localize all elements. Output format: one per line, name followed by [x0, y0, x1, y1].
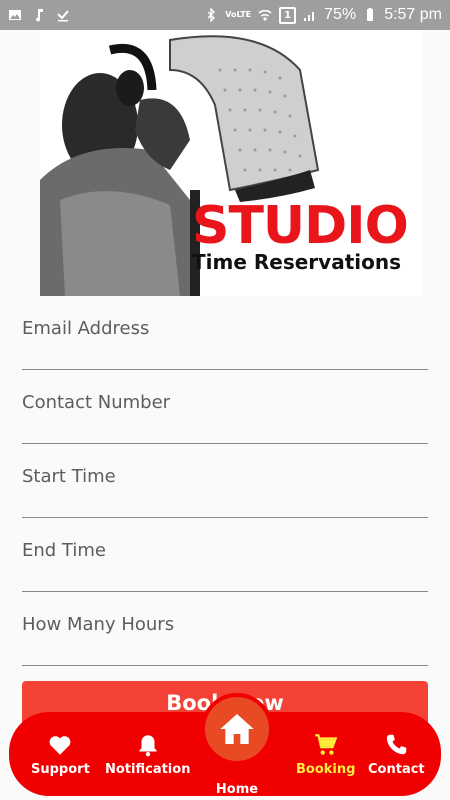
heart-icon — [49, 736, 71, 755]
contact-number-field[interactable] — [22, 370, 428, 444]
nav-home-button[interactable] — [201, 693, 273, 765]
bluetooth-icon — [207, 8, 216, 22]
end-time-field[interactable] — [22, 518, 428, 592]
download-done-icon — [57, 10, 69, 22]
cart-icon — [314, 734, 338, 755]
nav-contact-label: Contact — [368, 762, 425, 777]
email-field[interactable] — [22, 296, 428, 370]
nav-support[interactable]: Support — [31, 732, 90, 777]
nav-notification[interactable]: Notification — [105, 732, 190, 777]
bell-icon — [139, 735, 157, 757]
email-input[interactable] — [22, 318, 428, 339]
sim-indicator: 1 — [279, 6, 297, 24]
music-note-icon — [36, 9, 43, 22]
start-time-field[interactable] — [22, 444, 428, 518]
nav-contact[interactable]: Contact — [368, 732, 425, 777]
wifi-icon — [258, 9, 272, 21]
status-bar: VoLTE 1 75% 5:57 pm — [0, 0, 450, 30]
nav-booking[interactable]: Booking — [296, 732, 355, 777]
hours-field[interactable] — [22, 592, 428, 666]
banner-title: STUDIO — [192, 196, 409, 256]
nav-notification-label: Notification — [105, 762, 191, 777]
battery-icon — [367, 8, 374, 21]
banner-subtitle: Time Reservations — [192, 250, 401, 274]
signal-icon — [304, 12, 315, 21]
start-time-input[interactable] — [22, 466, 428, 487]
battery-percent: 75% — [324, 6, 357, 23]
contact-number-input[interactable] — [22, 392, 428, 413]
image-icon — [9, 10, 21, 20]
volte-indicator: VoLTE — [225, 10, 252, 19]
hours-input[interactable] — [22, 614, 428, 635]
clock: 5:57 pm — [384, 6, 442, 23]
phone-icon — [387, 734, 407, 755]
home-icon — [220, 714, 254, 744]
nav-booking-label: Booking — [296, 762, 356, 777]
end-time-input[interactable] — [22, 540, 428, 561]
studio-banner: STUDIO Time Reservations — [40, 30, 422, 296]
nav-home-label[interactable]: Home — [201, 782, 273, 797]
nav-support-label: Support — [31, 762, 90, 777]
